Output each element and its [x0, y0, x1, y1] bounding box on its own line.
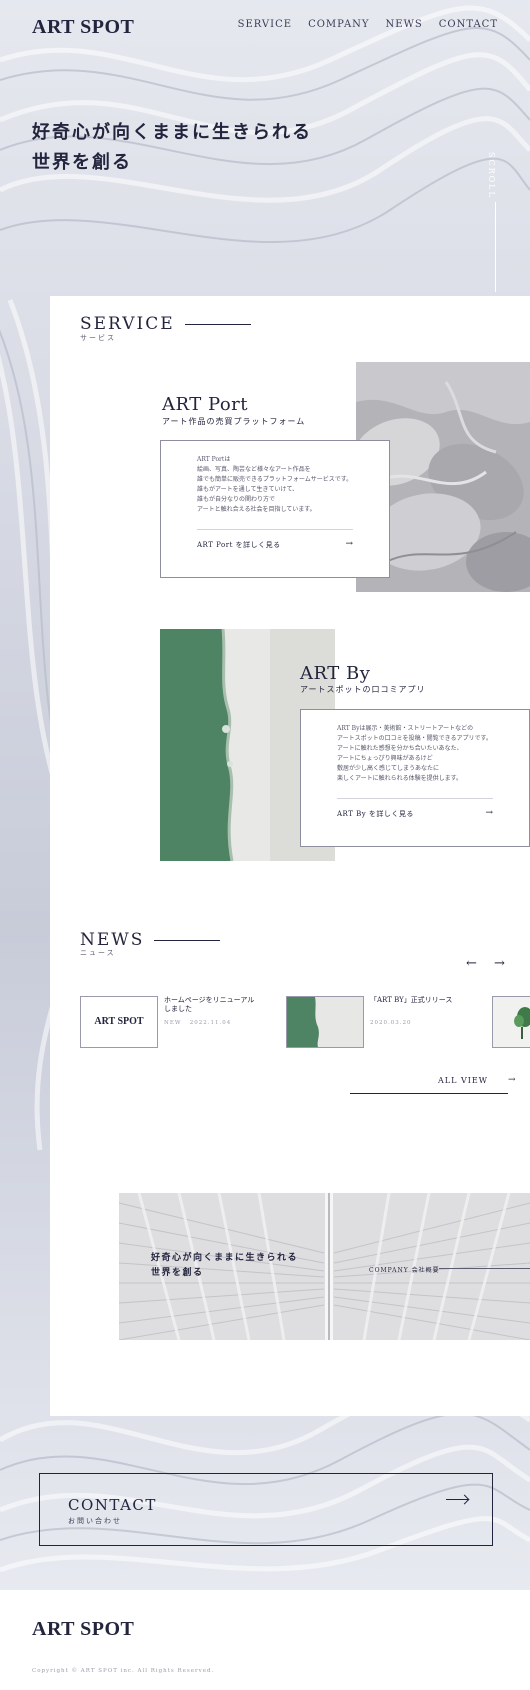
news-item-3-thumbnail-partial[interactable] — [492, 996, 530, 1048]
banner-catchcopy: 好奇心が向くままに生きられる 世界を創る — [151, 1251, 298, 1281]
art-port-desc-line: 誰でも簡単に販売できるプラットフォームサービスです。 — [197, 476, 353, 483]
nav-service[interactable]: SERVICE — [238, 19, 292, 30]
art-by-desc-line: アートに触れた感想を分かち合いたいあなた、 — [337, 745, 463, 752]
art-port-desc-line: アートと触れ合える社会を目指しています。 — [197, 506, 316, 513]
art-port-name: ART Port — [162, 394, 249, 415]
news-item-title[interactable]: ホームページをリニューアルしました — [164, 996, 259, 1014]
news-thumb-image — [287, 997, 363, 1047]
banner-company-line — [439, 1268, 530, 1269]
art-port-desc-line: ART Portは — [197, 456, 231, 463]
art-by-arrow-icon[interactable]: → — [485, 808, 493, 818]
site-header: ART SPOT SERVICE COMPANY NEWS CONTACT — [0, 0, 530, 52]
global-nav: SERVICE COMPANY NEWS CONTACT — [238, 19, 498, 30]
art-by-card: ART Byは展示・美術館・ストリートアートなどの アートスポットの口コミを投稿… — [300, 709, 530, 847]
banner-copy-line-2: 世界を創る — [151, 1268, 204, 1278]
hero-copy-line-2: 世界を創る — [32, 152, 132, 173]
service-title-line — [184, 323, 251, 325]
site-footer: ART SPOT Copyright © ART SPOT inc. All R… — [0, 1590, 530, 1690]
news-thumb-logo: ART SPOT — [94, 1016, 144, 1027]
news-item-thumbnail[interactable] — [286, 996, 364, 1048]
nav-contact[interactable]: CONTACT — [439, 19, 498, 30]
art-port-desc-line: 誰もがアートを通して生きていけて、 — [197, 486, 299, 493]
contact-button[interactable]: CONTACT お問い合わせ — [39, 1473, 493, 1546]
art-by-desc-line: 楽しくアートに触れられる体験を提供します。 — [337, 775, 463, 782]
news-subtitle: ニュース — [80, 949, 116, 957]
scroll-indicator-label: SCROLL — [487, 152, 496, 199]
art-port-tagline: アート作品の売買プラットフォーム — [162, 417, 306, 426]
news-all-view-link[interactable]: ALL VIEW → — [350, 1070, 516, 1094]
art-by-tagline: アートスポットの口コミアプリ — [300, 685, 426, 694]
banner-company-link[interactable]: COMPANY 会社概要 — [369, 1265, 440, 1274]
service-section-heading: SERVICE — [80, 314, 251, 334]
news-item-title[interactable]: 「ART BY」正式リリース — [370, 996, 465, 1005]
contact-arrow-icon — [446, 1499, 468, 1500]
service-title: SERVICE — [80, 314, 175, 334]
art-by-divider — [337, 798, 493, 799]
art-by-desc-line: アートスポットの口コミを投稿・閲覧できるアプリです。 — [337, 735, 492, 742]
contact-title: CONTACT — [68, 1496, 157, 1514]
art-by-desc-line: アートにちょっぴり興味があるけど — [337, 755, 433, 762]
news-item-tag: NEW — [164, 1020, 182, 1026]
art-by-name: ART By — [300, 663, 371, 684]
main-content-panel: SERVICE サービス ART Port アート作品の売買プラットフォーム A… — [50, 296, 530, 1416]
banner-copy-line-1: 好奇心が向くままに生きられる — [151, 1253, 299, 1263]
art-port-desc-line: 誰もが自分なりの関わり方で — [197, 496, 276, 503]
news-next-button[interactable]: → — [494, 956, 505, 971]
news-item-date: 2020.03.20 — [370, 1020, 412, 1026]
hero-catchcopy: 好奇心が向くままに生きられる 世界を創る — [32, 118, 312, 178]
news-thumb-plant-image — [493, 997, 530, 1047]
art-port-description: ART Portは 絵画、写真、陶芸など様々なアート作品を 誰でも簡単に販売でき… — [197, 455, 365, 515]
header-logo[interactable]: ART SPOT — [32, 16, 134, 39]
news-title-line — [154, 939, 221, 941]
nav-news[interactable]: NEWS — [386, 19, 423, 30]
news-item-thumbnail[interactable]: ART SPOT — [80, 996, 158, 1048]
art-by-desc-line: ART Byは展示・美術館・ストリートアートなどの — [337, 725, 474, 732]
footer-copyright: Copyright © ART SPOT inc. All Rights Res… — [32, 1668, 215, 1674]
art-by-description: ART Byは展示・美術館・ストリートアートなどの アートスポットの口コミを投稿… — [337, 724, 505, 784]
art-port-divider — [197, 529, 353, 530]
art-port-desc-line: 絵画、写真、陶芸など様々なアート作品を — [197, 466, 311, 473]
news-item-meta: 2020.03.20 — [370, 1020, 412, 1026]
art-port-detail-link[interactable]: ART Port を詳しく見る — [197, 540, 281, 550]
art-by-detail-link[interactable]: ART By を詳しく見る — [337, 809, 414, 819]
footer-logo[interactable]: ART SPOT — [32, 1618, 134, 1641]
news-title: NEWS — [80, 930, 145, 950]
hero-copy-line-1: 好奇心が向くままに生きられる — [32, 122, 312, 143]
contact-subtitle: お問い合わせ — [68, 1517, 122, 1525]
news-item-meta: NEW 2022.11.04 — [164, 1020, 231, 1026]
company-banner[interactable]: 好奇心が向くままに生きられる 世界を創る COMPANY 会社概要 — [119, 1193, 530, 1340]
all-view-arrow-icon[interactable]: → — [508, 1075, 516, 1085]
art-by-desc-line: 敷居が少し高く感じてしまうあなたに — [337, 765, 440, 772]
art-port-card: ART Portは 絵画、写真、陶芸など様々なアート作品を 誰でも簡単に販売でき… — [160, 440, 390, 578]
service-subtitle: サービス — [80, 334, 116, 342]
news-item-date: 2022.11.04 — [189, 1020, 232, 1026]
nav-company[interactable]: COMPANY — [308, 19, 369, 30]
art-port-arrow-icon[interactable]: → — [345, 539, 353, 549]
scroll-indicator-line — [495, 202, 496, 292]
all-view-label[interactable]: ALL VIEW — [438, 1076, 488, 1085]
news-section-heading: NEWS — [80, 930, 221, 950]
news-prev-button[interactable]: ← — [466, 956, 477, 971]
